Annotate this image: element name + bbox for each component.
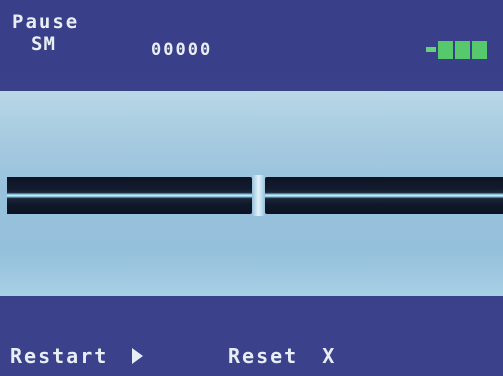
battery-cell <box>455 41 470 59</box>
splice-counter: 00000 <box>151 40 213 60</box>
fiber-gap <box>252 175 265 216</box>
fiber-camera-view <box>0 91 503 296</box>
status-mode-label: Pause <box>12 11 80 33</box>
battery-icon <box>426 41 488 59</box>
battery-cell <box>472 41 487 59</box>
play-icon <box>132 347 144 364</box>
right-fiber <box>265 177 503 214</box>
battery-cell <box>438 41 453 59</box>
reset-softkey[interactable]: Reset X <box>228 342 336 368</box>
restart-softkey[interactable]: Restart <box>10 342 144 368</box>
left-fiber <box>7 177 252 214</box>
close-icon: X <box>322 343 337 368</box>
fiber-type-label: SM <box>31 33 56 55</box>
reset-label: Reset <box>228 343 299 368</box>
fusion-splicer-screen: Pause SM 00000 Restart Reset X <box>0 0 503 376</box>
battery-tip <box>426 47 436 52</box>
softkey-bar: Restart Reset X <box>0 335 503 368</box>
restart-label: Restart <box>10 343 109 368</box>
